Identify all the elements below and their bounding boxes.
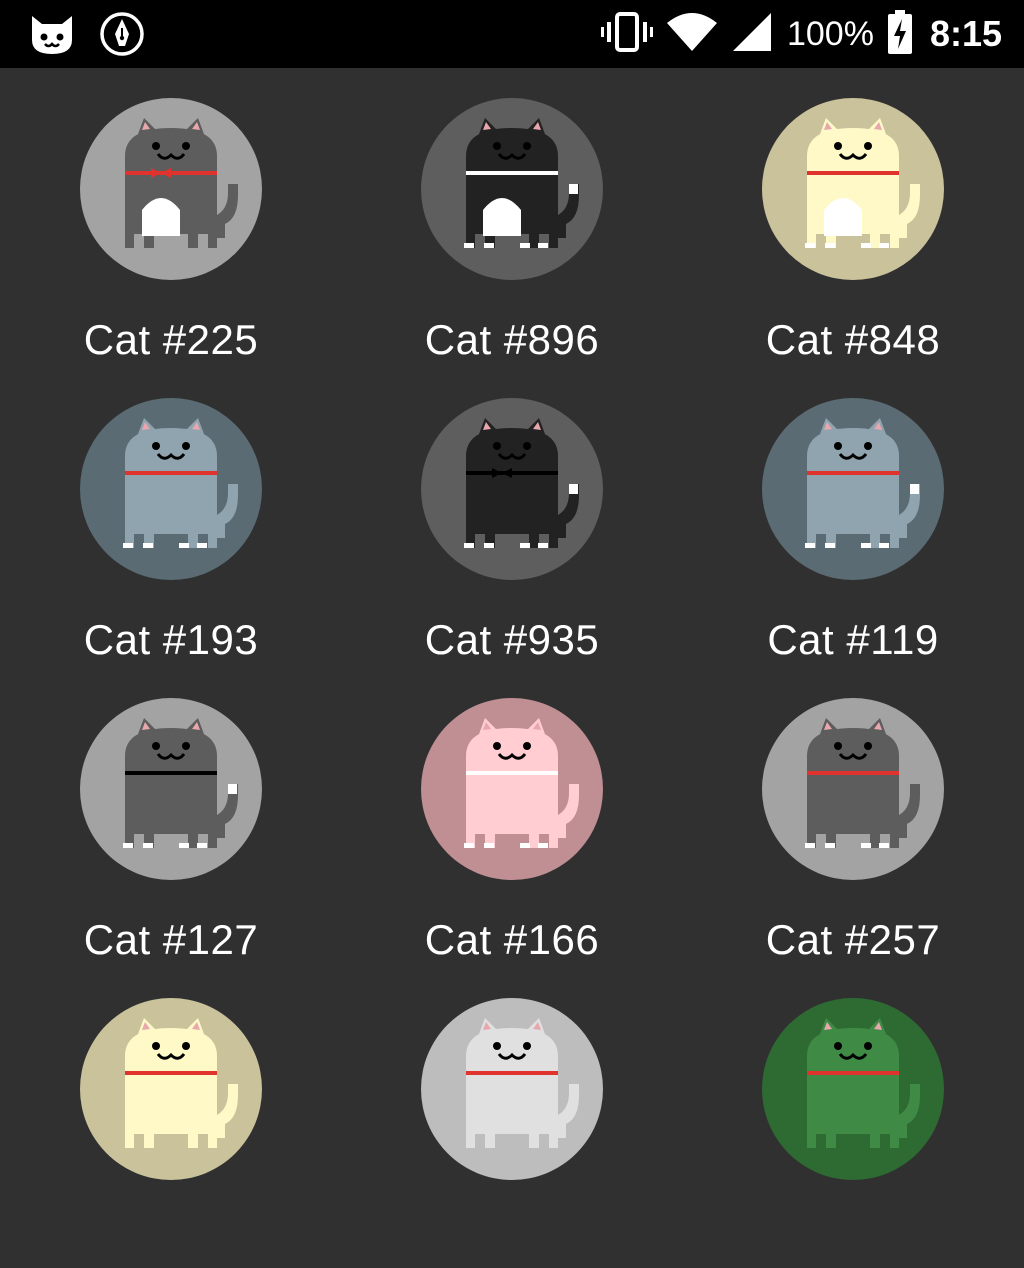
battery-percent: 100%	[786, 14, 874, 53]
cat-avatar[interactable]	[80, 398, 262, 580]
cat-name-label: Cat #896	[424, 316, 600, 363]
cat-avatar[interactable]	[762, 398, 944, 580]
cat-grid-item[interactable]: Cat #193	[21, 368, 321, 668]
cat-grid-item[interactable]: Cat #257	[703, 668, 1003, 968]
vibrate-icon	[600, 10, 653, 59]
cat-grid-item[interactable]: Cat #935	[362, 368, 662, 668]
notification-icons	[28, 10, 146, 63]
cat-grid-item[interactable]	[703, 968, 1003, 1268]
clock: 8:15	[929, 13, 1002, 54]
cat-name-label: Cat #127	[83, 916, 259, 963]
cat-name-label: Cat #119	[767, 616, 939, 663]
cat-avatar[interactable]	[421, 998, 603, 1180]
cat-avatar[interactable]	[80, 698, 262, 880]
wifi-icon	[666, 11, 717, 58]
cat-grid-item[interactable]: Cat #896	[362, 68, 662, 368]
cat-name-label: Cat #257	[765, 916, 941, 963]
status-bar: 100% 8:15	[0, 0, 1024, 68]
cat-face-icon[interactable]	[28, 10, 76, 63]
cat-avatar[interactable]	[421, 398, 603, 580]
system-status: 100% 8:15	[600, 9, 1002, 59]
cat-name-label: Cat #935	[424, 616, 600, 663]
cat-avatar[interactable]	[762, 698, 944, 880]
cat-avatar[interactable]	[762, 98, 944, 280]
cat-name-label: Cat #193	[83, 616, 259, 663]
cat-avatar[interactable]	[421, 98, 603, 280]
cat-avatar[interactable]	[80, 998, 262, 1180]
cat-avatar[interactable]	[421, 698, 603, 880]
cell-signal-icon	[731, 11, 773, 58]
battery-charging-icon	[887, 9, 912, 59]
cat-grid-item[interactable]: Cat #119	[703, 368, 1003, 668]
cat-grid-item[interactable]: Cat #166	[362, 668, 662, 968]
cat-name-label: Cat #848	[765, 316, 941, 363]
cat-grid-item[interactable]: Cat #127	[21, 668, 321, 968]
cat-grid: Cat #225 Cat #896 Cat #848 Cat #193 Cat …	[0, 68, 1024, 1180]
cat-grid-item[interactable]	[362, 968, 662, 1268]
cat-grid-item[interactable]: Cat #848	[703, 68, 1003, 368]
pen-nib-icon[interactable]	[98, 10, 146, 63]
cat-name-label: Cat #166	[424, 916, 600, 963]
cat-avatar[interactable]	[762, 998, 944, 1180]
cat-grid-item[interactable]	[21, 968, 321, 1268]
cat-grid-item[interactable]: Cat #225	[21, 68, 321, 368]
cat-name-label: Cat #225	[83, 316, 259, 363]
cat-avatar[interactable]	[80, 98, 262, 280]
